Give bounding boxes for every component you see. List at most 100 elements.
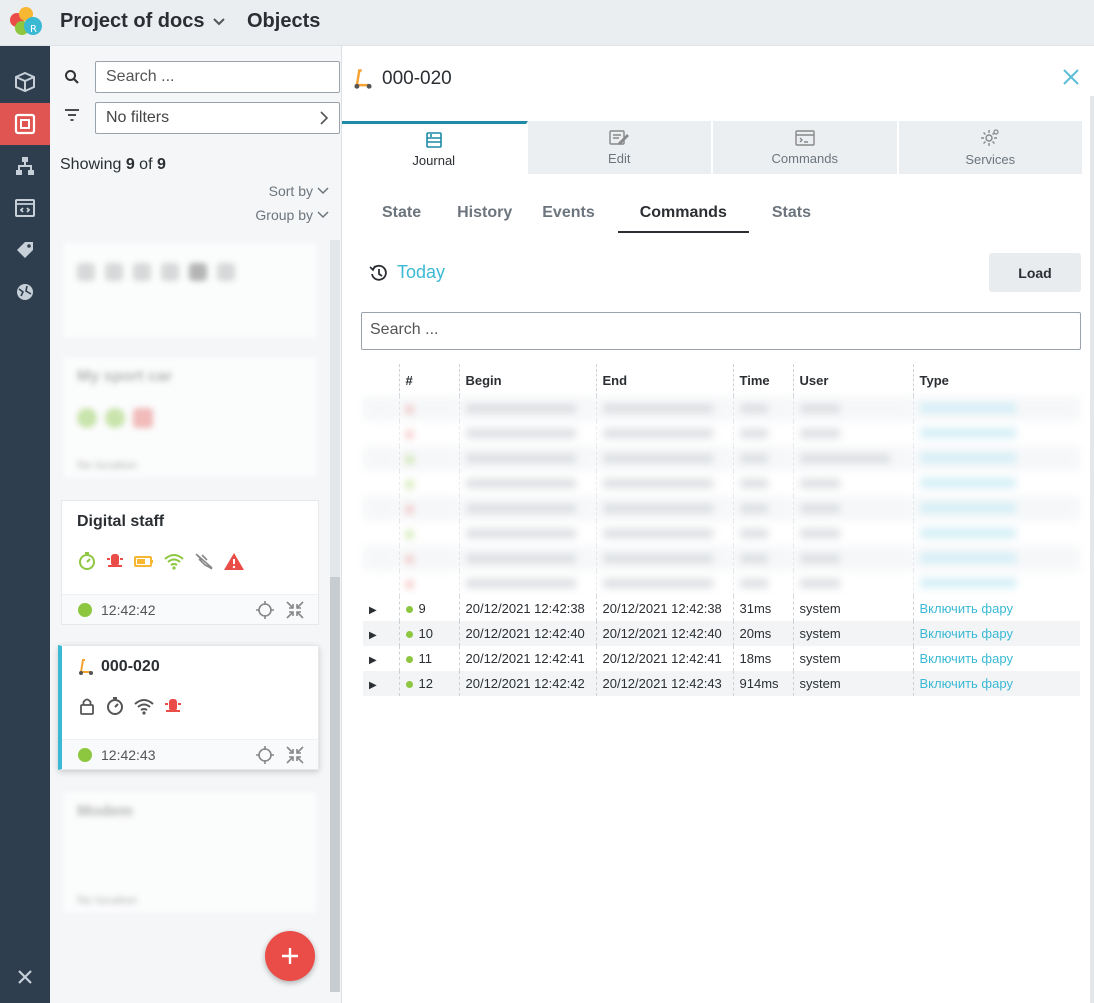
- table-row[interactable]: ▶ 10 20/12/2021 12:42:40 20/12/2021 12:4…: [363, 621, 1080, 646]
- col-type[interactable]: Type: [913, 364, 1080, 396]
- target-icon[interactable]: [256, 746, 274, 764]
- command-type-link[interactable]: Включить фару: [920, 676, 1013, 691]
- online-status-dot: [78, 602, 92, 617]
- nav-item-integrations[interactable]: [0, 271, 50, 313]
- object-card[interactable]: Digital staff 12:42:42: [61, 500, 319, 625]
- section-title: Objects: [247, 10, 321, 32]
- col-end[interactable]: End: [596, 364, 734, 396]
- object-card-selected[interactable]: 000-020 12:42:43: [58, 645, 319, 770]
- expand-toggle[interactable]: ▶: [363, 621, 400, 646]
- detail-tabs: Journal Edit Commands Services: [342, 121, 1082, 174]
- nav-item-tools[interactable]: [0, 959, 50, 995]
- row-number: 12: [418, 676, 433, 691]
- cell-end: 20/12/2021 12:42:38: [596, 596, 734, 621]
- history-icon: [369, 264, 387, 281]
- project-selector[interactable]: Project of docs: [60, 10, 226, 33]
- chevron-down-icon: [213, 17, 226, 25]
- cell-number: 11: [399, 646, 460, 671]
- detail-header: 000-020: [352, 68, 452, 90]
- subtab-state[interactable]: State: [367, 201, 436, 233]
- status-dot: [405, 656, 413, 664]
- row-number: 11: [418, 651, 433, 666]
- object-detail-panel: 000-020 Journal Edit Commands Services S…: [342, 46, 1094, 1003]
- col-time[interactable]: Time: [733, 364, 794, 396]
- cell-time: 18ms: [733, 646, 794, 671]
- subtab-history[interactable]: History: [442, 201, 527, 233]
- object-icon: [14, 113, 36, 135]
- cube-icon: [15, 71, 35, 93]
- tab-commands-label: Commands: [771, 151, 838, 166]
- collapse-icon[interactable]: [286, 746, 304, 764]
- tab-commands[interactable]: Commands: [713, 121, 899, 174]
- sort-by-label: Sort by: [268, 183, 313, 199]
- tag-icon: [17, 242, 33, 258]
- table-row[interactable]: ▶ 9 20/12/2021 12:42:38 20/12/2021 12:42…: [363, 596, 1080, 621]
- expand-arrow-icon: ▶: [369, 605, 377, 616]
- group-by-dropdown[interactable]: Group by: [255, 207, 329, 223]
- command-type-link[interactable]: Включить фару: [920, 601, 1013, 616]
- row-number: 10: [418, 626, 433, 641]
- object-card-blurred[interactable]: [61, 240, 319, 340]
- cell-begin: 20/12/2021 12:42:42: [459, 671, 597, 696]
- subtab-events[interactable]: Events: [527, 201, 609, 233]
- subtab-commands[interactable]: Commands: [617, 201, 749, 233]
- app-logo[interactable]: R: [6, 4, 46, 40]
- subtab-stats[interactable]: Stats: [757, 201, 826, 233]
- close-icon[interactable]: [1062, 68, 1080, 86]
- battery-icon: [134, 556, 153, 567]
- command-type-link[interactable]: Включить фару: [920, 626, 1013, 641]
- nav-item-devices[interactable]: [0, 61, 50, 103]
- period-selector[interactable]: Today: [369, 262, 445, 283]
- chevron-down-icon: [317, 187, 329, 195]
- expand-toggle[interactable]: ▶: [363, 646, 400, 671]
- cell-number: 10: [399, 621, 460, 646]
- filter-icon: [60, 108, 84, 122]
- detail-scrollbar[interactable]: [1090, 96, 1094, 1003]
- table-row[interactable]: ▶ 11 20/12/2021 12:42:41 20/12/2021 12:4…: [363, 646, 1080, 671]
- object-card-blurred[interactable]: Modem No location: [61, 790, 319, 915]
- object-card-name: Digital staff: [77, 513, 165, 530]
- status-dot: [405, 631, 413, 639]
- hierarchy-icon: [16, 157, 34, 175]
- sort-by-dropdown[interactable]: Sort by: [269, 183, 329, 199]
- add-object-button[interactable]: [265, 931, 315, 981]
- list-scroll-thumb[interactable]: [330, 577, 340, 992]
- expand-arrow-icon: ▶: [369, 680, 377, 691]
- journal-search-input[interactable]: Search ...: [361, 312, 1081, 350]
- filter-selector[interactable]: No filters: [95, 102, 340, 134]
- expand-arrow-icon: ▶: [369, 630, 377, 641]
- collapse-icon[interactable]: [286, 601, 304, 619]
- nav-item-hierarchy[interactable]: [0, 145, 50, 187]
- object-search-row: Search ...: [60, 61, 340, 93]
- load-button[interactable]: Load: [989, 253, 1081, 292]
- expand-toggle[interactable]: ▶: [363, 671, 400, 696]
- showing-of: of: [134, 156, 157, 173]
- status-dot: [405, 606, 413, 614]
- journal-subtabs: State History Events Commands Stats: [367, 201, 826, 233]
- object-search-input[interactable]: Search ...: [95, 61, 340, 93]
- tab-edit[interactable]: Edit: [527, 121, 713, 174]
- cell-begin: 20/12/2021 12:42:38: [459, 596, 597, 621]
- chevron-right-icon: [320, 111, 329, 125]
- target-icon[interactable]: [256, 601, 274, 619]
- online-status-dot: [78, 747, 92, 762]
- col-user[interactable]: User: [793, 364, 914, 396]
- project-name: Project of docs: [60, 10, 205, 32]
- nav-item-scripts[interactable]: [0, 187, 50, 229]
- code-icon: [15, 199, 35, 217]
- nav-item-objects[interactable]: [0, 103, 50, 145]
- tab-journal[interactable]: Journal: [342, 121, 528, 174]
- showing-total: 9: [156, 156, 166, 173]
- tab-edit-label: Edit: [608, 151, 631, 166]
- tab-services[interactable]: Services: [898, 121, 1082, 174]
- col-number[interactable]: #: [399, 364, 460, 396]
- command-type-link[interactable]: Включить фару: [920, 651, 1013, 666]
- table-row[interactable]: ▶ 12 20/12/2021 12:42:42 20/12/2021 12:4…: [363, 671, 1080, 696]
- wifi-icon: [164, 554, 184, 570]
- commands-icon: [795, 130, 815, 146]
- nav-item-tags[interactable]: [0, 229, 50, 271]
- object-card-footer: 12:42:42: [62, 594, 318, 624]
- expand-toggle[interactable]: ▶: [363, 596, 400, 621]
- col-begin[interactable]: Begin: [459, 364, 597, 396]
- object-card-blurred[interactable]: My sport car No location: [61, 355, 319, 480]
